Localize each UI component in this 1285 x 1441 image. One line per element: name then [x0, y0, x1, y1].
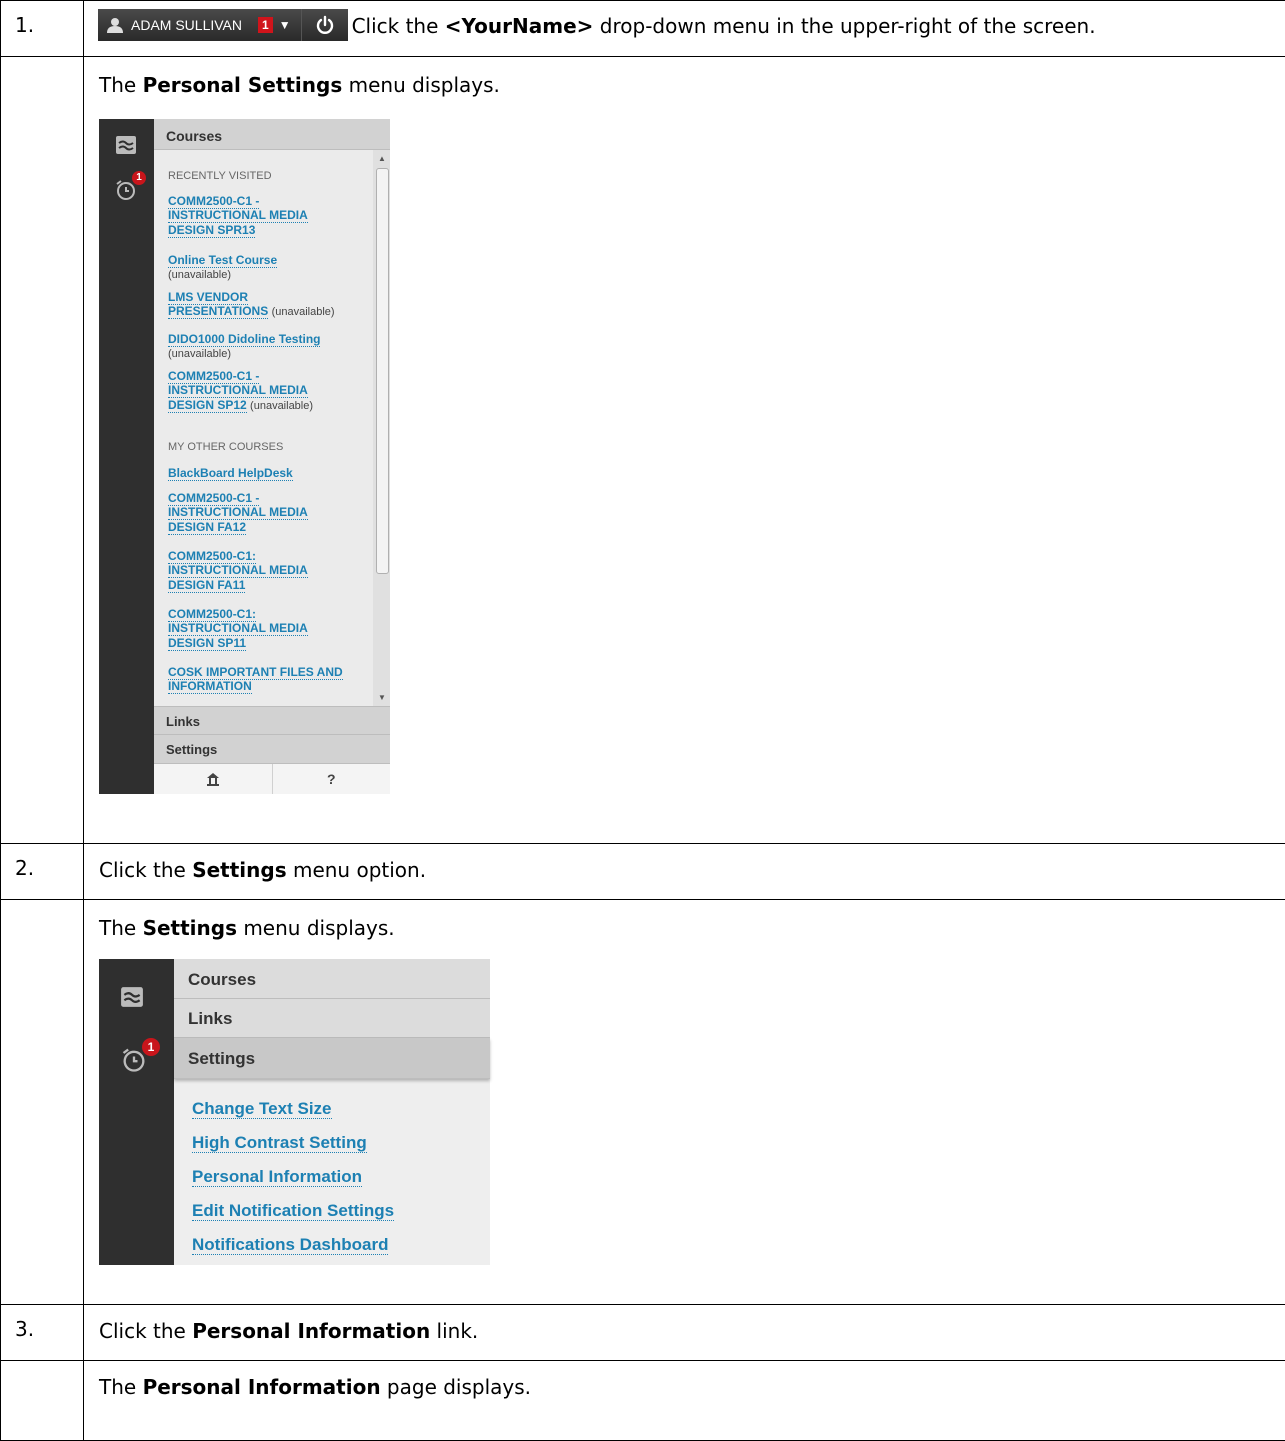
user-menu-toggle[interactable]: ADAM SULLIVAN 1 ▼	[98, 9, 301, 41]
recently-visited-label: RECENTLY VISITED	[168, 170, 272, 183]
step-row-3: 3. Click the Personal Information link.	[1, 1305, 1285, 1361]
step-instruction: Click the Settings menu option.	[84, 844, 1285, 900]
change-text-size-link[interactable]: Change Text Size	[192, 1099, 332, 1119]
step-number: 1.	[1, 1, 84, 57]
course-link[interactable]: DIDO1000 Didoline Testing (unavailable)	[168, 332, 320, 362]
course-link[interactable]: BlackBoard HelpDesk	[168, 466, 293, 480]
home-icon[interactable]	[154, 764, 273, 794]
instruction-bold: <YourName>	[445, 14, 594, 38]
side-rail: 1	[99, 959, 174, 1265]
course-link[interactable]: Online Test Course (unavailable)	[168, 253, 277, 283]
scrollbar-thumb[interactable]	[376, 168, 389, 574]
result-cell: The Personal Settings menu displays. 1	[84, 57, 1285, 844]
course-link[interactable]: COSK IMPORTANT FILES AND INFORMATION	[168, 665, 343, 694]
side-rail: 1	[99, 119, 154, 794]
user-icon	[106, 17, 124, 33]
steps-table: 1. ADAM SULLIVAN 1 ▼	[0, 0, 1285, 1441]
step-row-1: 1. ADAM SULLIVAN 1 ▼	[1, 1, 1285, 57]
step-instruction: ADAM SULLIVAN 1 ▼ Click the <YourName> d…	[84, 1, 1285, 57]
other-courses-label: MY OTHER COURSES	[168, 441, 283, 454]
notifications-dashboard-link[interactable]: Notifications Dashboard	[192, 1235, 388, 1255]
step-row-2: 2. Click the Settings menu option.	[1, 844, 1285, 900]
step-result-2: The Settings menu displays. 1 Cou	[1, 900, 1285, 1305]
instruction-pre: Click the	[352, 14, 445, 38]
alarm-badge: 1	[132, 171, 146, 185]
step-instruction: Click the Personal Information link.	[84, 1305, 1285, 1361]
help-button[interactable]: ?	[273, 764, 391, 794]
course-link[interactable]: COMM2500-C1: INSTRUCTIONAL MEDIA DESIGN …	[168, 607, 308, 650]
step-number: 3.	[1, 1305, 84, 1361]
scrollbar[interactable]: ▲ ▼	[373, 150, 390, 706]
scroll-up-icon[interactable]: ▲	[378, 154, 386, 163]
course-link[interactable]: COMM2500-C1 - INSTRUCTIONAL MEDIA DESIGN…	[168, 369, 313, 413]
personal-information-link[interactable]: Personal Information	[192, 1167, 362, 1187]
links-header[interactable]: Links	[154, 706, 390, 735]
step-result-3: The Personal Information page displays.	[1, 1361, 1285, 1441]
footer-bar: ?	[154, 764, 390, 794]
edit-notification-settings-link[interactable]: Edit Notification Settings	[192, 1201, 394, 1221]
personal-settings-menu: 1 Courses RECENTLY VISITED COMM2500-C1 -…	[99, 119, 390, 794]
user-menu-bar[interactable]: ADAM SULLIVAN 1 ▼	[98, 9, 348, 41]
settings-options: Change Text Size High Contrast Setting P…	[192, 1092, 394, 1262]
course-link[interactable]: COMM2500-C1 - INSTRUCTIONAL MEDIA DESIGN…	[168, 491, 308, 534]
caret-down-icon: ▼	[279, 18, 291, 32]
instruction-post: drop-down menu in the upper-right of the…	[593, 14, 1095, 38]
course-list: RECENTLY VISITED COMM2500-C1 - INSTRUCTI…	[154, 150, 373, 706]
user-name: ADAM SULLIVAN	[131, 17, 242, 33]
power-icon[interactable]	[301, 9, 348, 41]
result-cell: The Personal Information page displays.	[84, 1361, 1285, 1441]
settings-header[interactable]: Settings	[174, 1038, 490, 1079]
step-number: 2.	[1, 844, 84, 900]
courses-header[interactable]: Courses	[154, 119, 390, 150]
courses-icon[interactable]	[115, 135, 137, 155]
courses-header[interactable]: Courses	[174, 959, 490, 999]
notification-badge: 1	[258, 17, 273, 33]
courses-icon[interactable]	[120, 986, 144, 1008]
result-bold: Personal Settings	[143, 73, 343, 97]
links-header[interactable]: Links	[174, 999, 490, 1038]
course-link[interactable]: COMM2500-C1: INSTRUCTIONAL MEDIA DESIGN …	[168, 549, 308, 592]
course-link[interactable]: COMM2500-C1 - INSTRUCTIONAL MEDIA DESIGN…	[168, 194, 308, 237]
settings-menu: 1 Courses Links Settings Change Text Siz…	[99, 959, 490, 1265]
result-cell: The Settings menu displays. 1 Cou	[84, 900, 1285, 1305]
alarm-badge: 1	[142, 1038, 160, 1056]
high-contrast-setting-link[interactable]: High Contrast Setting	[192, 1133, 367, 1153]
scroll-down-icon[interactable]: ▼	[378, 693, 386, 702]
step-result-1: The Personal Settings menu displays. 1	[1, 57, 1285, 844]
course-link[interactable]: LMS VENDOR PRESENTATIONS (unavailable)	[168, 290, 335, 320]
settings-header[interactable]: Settings	[154, 735, 390, 764]
